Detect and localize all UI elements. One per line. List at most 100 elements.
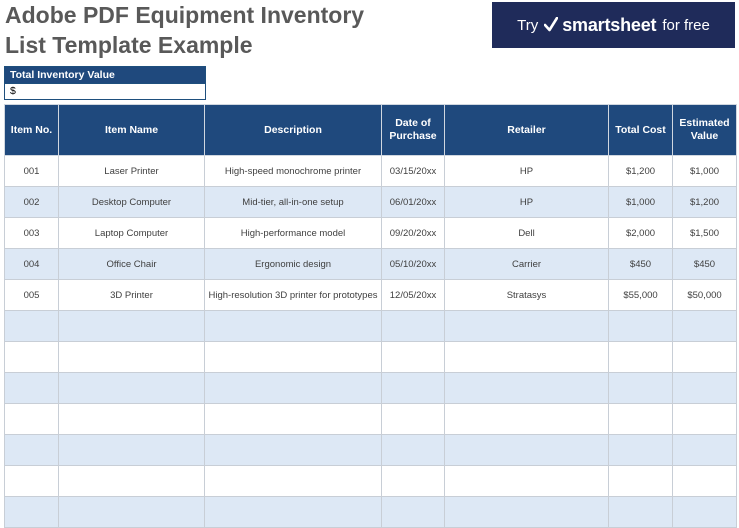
smartsheet-banner-button[interactable]: Try smartsheet for free [492, 2, 735, 48]
cell-estimated-value[interactable]: $50,000 [672, 279, 737, 311]
table-row: 003 Laptop Computer High-performance model… [4, 217, 737, 249]
cell-date-of-purchase[interactable] [381, 496, 445, 528]
cell-item-name[interactable]: Desktop Computer [58, 186, 205, 218]
column-header-estimated-value: Estimated Value [672, 104, 737, 156]
cell-item-name[interactable] [58, 403, 205, 435]
cell-description[interactable]: Mid-tier, all-in-one setup [204, 186, 382, 218]
column-header-total-cost: Total Cost [608, 104, 673, 156]
cell-total-cost[interactable] [608, 372, 673, 404]
cell-description[interactable]: High-resolution 3D printer for prototype… [204, 279, 382, 311]
cell-date-of-purchase[interactable] [381, 310, 445, 342]
cell-date-of-purchase[interactable] [381, 341, 445, 373]
cell-description[interactable]: High-performance model [204, 217, 382, 249]
cell-description[interactable] [204, 403, 382, 435]
cell-item-name[interactable] [58, 372, 205, 404]
cell-description[interactable] [204, 465, 382, 497]
table-row: 004 Office Chair Ergonomic design 05/10/20x… [4, 248, 737, 280]
cell-date-of-purchase[interactable] [381, 372, 445, 404]
cell-estimated-value[interactable]: $1,000 [672, 155, 737, 187]
cell-description[interactable] [204, 496, 382, 528]
cell-item-no[interactable] [4, 465, 59, 497]
cell-total-cost[interactable]: $1,000 [608, 186, 673, 218]
column-header-item-no: Item No. [4, 104, 59, 156]
cell-description[interactable] [204, 434, 382, 466]
cell-retailer[interactable]: Stratasys [444, 279, 609, 311]
cell-total-cost[interactable]: $2,000 [608, 217, 673, 249]
cell-item-no[interactable] [4, 341, 59, 373]
cell-item-name[interactable] [58, 465, 205, 497]
cell-item-no[interactable] [4, 434, 59, 466]
cell-estimated-value[interactable] [672, 465, 737, 497]
cell-item-no[interactable]: 005 [4, 279, 59, 311]
cell-date-of-purchase[interactable] [381, 403, 445, 435]
cell-estimated-value[interactable] [672, 496, 737, 528]
cell-retailer[interactable] [444, 310, 609, 342]
cell-item-no[interactable]: 001 [4, 155, 59, 187]
column-header-item-name: Item Name [58, 104, 205, 156]
cell-estimated-value[interactable] [672, 372, 737, 404]
cell-estimated-value[interactable]: $1,200 [672, 186, 737, 218]
cell-item-no[interactable] [4, 496, 59, 528]
table-row [4, 434, 737, 466]
cell-total-cost[interactable] [608, 310, 673, 342]
cell-total-cost[interactable] [608, 341, 673, 373]
cell-item-name[interactable]: Office Chair [58, 248, 205, 280]
cell-total-cost[interactable] [608, 465, 673, 497]
cell-retailer[interactable] [444, 465, 609, 497]
total-inventory-value[interactable]: $ [5, 83, 205, 99]
cell-description[interactable]: High-speed monochrome printer [204, 155, 382, 187]
page-title-line-1: Adobe PDF Equipment Inventory [5, 2, 365, 28]
table-row [4, 372, 737, 404]
cell-date-of-purchase[interactable]: 06/01/20xx [381, 186, 445, 218]
cell-date-of-purchase[interactable]: 05/10/20xx [381, 248, 445, 280]
cell-item-name[interactable] [58, 341, 205, 373]
cell-item-no[interactable]: 004 [4, 248, 59, 280]
cell-retailer[interactable]: Dell [444, 217, 609, 249]
cell-estimated-value[interactable] [672, 341, 737, 373]
cell-estimated-value[interactable] [672, 403, 737, 435]
cell-total-cost[interactable] [608, 403, 673, 435]
cell-item-no[interactable] [4, 372, 59, 404]
cell-total-cost[interactable]: $55,000 [608, 279, 673, 311]
cell-retailer[interactable]: HP [444, 155, 609, 187]
cell-description[interactable] [204, 310, 382, 342]
cell-item-name[interactable] [58, 434, 205, 466]
cell-retailer[interactable]: Carrier [444, 248, 609, 280]
table-header-row: Item No. Item Name Description Date of Purc… [4, 104, 737, 156]
cell-description[interactable] [204, 372, 382, 404]
cell-estimated-value[interactable] [672, 434, 737, 466]
cell-item-name[interactable]: Laser Printer [58, 155, 205, 187]
cell-description[interactable]: Ergonomic design [204, 248, 382, 280]
cell-date-of-purchase[interactable]: 12/05/20xx [381, 279, 445, 311]
cell-date-of-purchase[interactable] [381, 434, 445, 466]
cell-item-no[interactable]: 003 [4, 217, 59, 249]
table-row [4, 403, 737, 435]
cell-estimated-value[interactable]: $1,500 [672, 217, 737, 249]
cell-total-cost[interactable]: $450 [608, 248, 673, 280]
cell-item-name[interactable]: 3D Printer [58, 279, 205, 311]
cell-item-name[interactable] [58, 496, 205, 528]
cell-retailer[interactable] [444, 496, 609, 528]
cell-item-no[interactable]: 002 [4, 186, 59, 218]
cell-estimated-value[interactable]: $450 [672, 248, 737, 280]
cell-item-name[interactable]: Laptop Computer [58, 217, 205, 249]
cell-date-of-purchase[interactable]: 09/20/20xx [381, 217, 445, 249]
cell-item-no[interactable] [4, 403, 59, 435]
cell-total-cost[interactable]: $1,200 [608, 155, 673, 187]
cell-item-no[interactable] [4, 310, 59, 342]
page-title-line-2: List Template Example [5, 32, 253, 58]
cell-retailer[interactable] [444, 341, 609, 373]
cell-date-of-purchase[interactable] [381, 465, 445, 497]
cell-retailer[interactable] [444, 403, 609, 435]
cell-estimated-value[interactable] [672, 310, 737, 342]
cell-item-name[interactable] [58, 310, 205, 342]
cell-total-cost[interactable] [608, 434, 673, 466]
cell-retailer[interactable]: HP [444, 186, 609, 218]
column-header-retailer: Retailer [444, 104, 609, 156]
cell-retailer[interactable] [444, 372, 609, 404]
cell-retailer[interactable] [444, 434, 609, 466]
banner-suffix-text: for free [662, 16, 710, 34]
cell-description[interactable] [204, 341, 382, 373]
cell-total-cost[interactable] [608, 496, 673, 528]
cell-date-of-purchase[interactable]: 03/15/20xx [381, 155, 445, 187]
